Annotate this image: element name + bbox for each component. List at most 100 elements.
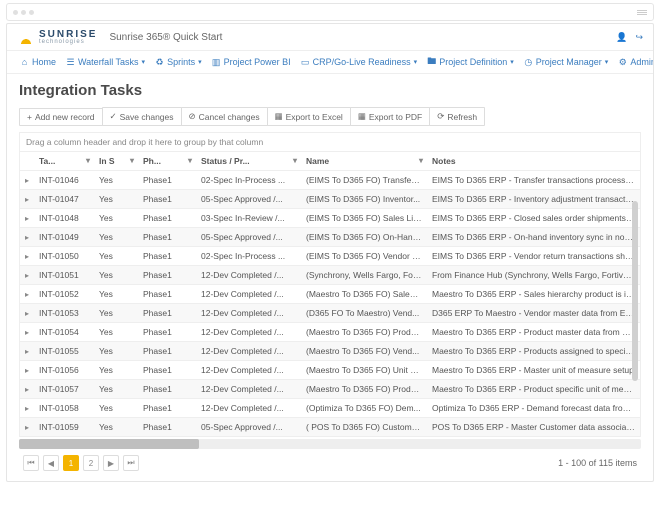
table-row[interactable]: ▸INT-01046YesPhase102-Spec In-Process ..… (20, 171, 640, 190)
table-row[interactable]: ▸INT-01049YesPhase105-Spec Approved /...… (20, 228, 640, 247)
expand-icon[interactable]: ▸ (25, 347, 34, 356)
expand-icon[interactable]: ▸ (25, 271, 34, 280)
pdf-icon: ▦ (358, 111, 366, 122)
scrollbar-thumb[interactable] (19, 439, 199, 449)
col-task[interactable]: Ta...▾ (34, 152, 94, 171)
nav-admin[interactable]: ⚙Admin▾ (615, 55, 653, 69)
table-row[interactable]: ▸INT-01050YesPhase102-Spec In-Process ..… (20, 247, 640, 266)
table-row[interactable]: ▸INT-01057YesPhase112-Dev Completed /...… (20, 380, 640, 399)
cell-task: INT-01046 (34, 171, 94, 190)
nav-home[interactable]: ⌂Home (17, 55, 59, 69)
export-excel-button[interactable]: ▦Export to Excel (267, 107, 351, 126)
expand-icon[interactable]: ▸ (25, 385, 34, 394)
table-row[interactable]: ▸INT-01059YesPhase105-Spec Approved /...… (20, 418, 640, 437)
expand-icon[interactable]: ▸ (25, 176, 34, 185)
pager-page-1[interactable]: 1 (63, 455, 79, 471)
pager-page-2[interactable]: 2 (83, 455, 99, 471)
logout-icon[interactable]: ↪ (635, 32, 643, 43)
cell-task: INT-01058 (34, 399, 94, 418)
expand-icon[interactable]: ▸ (25, 423, 34, 432)
cell-phase: Phase1 (138, 342, 196, 361)
cell-task: INT-01048 (34, 209, 94, 228)
cell-name: (Maestro To D365 FO) Produ... (301, 323, 427, 342)
nav-project-mgr[interactable]: ◷Project Manager▾ (521, 55, 612, 69)
col-ins[interactable]: In S▾ (94, 152, 138, 171)
btn-label: Export to PDF (369, 112, 422, 122)
cell-ins: Yes (94, 418, 138, 437)
brand-logo: SUNRISE technologies (17, 29, 97, 45)
cell-notes: From Finance Hub (Synchrony, Wells Fargo… (427, 266, 640, 285)
cell-phase: Phase1 (138, 361, 196, 380)
btn-label: Cancel changes (199, 112, 260, 122)
nav-label: Project Definition (439, 57, 507, 67)
expand-icon[interactable]: ▸ (25, 252, 34, 261)
filter-icon[interactable]: ▾ (86, 156, 90, 165)
cell-name: (EIMS To D365 FO) Sales Lin... (301, 209, 427, 228)
filter-icon[interactable]: ▾ (130, 156, 134, 165)
vertical-scrollbar[interactable] (632, 151, 638, 436)
expand-icon[interactable]: ▸ (25, 309, 34, 318)
topbar: SUNRISE technologies Sunrise 365® Quick … (7, 24, 653, 51)
pager-last[interactable]: ⏭ (123, 455, 139, 471)
expand-icon[interactable]: ▸ (25, 290, 34, 299)
cell-task: INT-01050 (34, 247, 94, 266)
col-phase[interactable]: Ph...▾ (138, 152, 196, 171)
cell-notes: POS To D365 ERP - Master Customer data a… (427, 418, 640, 437)
cell-name: (Synchrony, Wells Fargo, For... (301, 266, 427, 285)
col-name[interactable]: Name▾ (301, 152, 427, 171)
user-icon[interactable]: 👤 (616, 32, 627, 43)
pager-next[interactable]: ▶ (103, 455, 119, 471)
table-row[interactable]: ▸INT-01055YesPhase112-Dev Completed /...… (20, 342, 640, 361)
gear-icon: ⚙ (618, 58, 627, 67)
table-row[interactable]: ▸INT-01047YesPhase105-Spec Approved /...… (20, 190, 640, 209)
nav-label: Project Power BI (224, 57, 291, 67)
save-button[interactable]: ✓Save changes (102, 107, 182, 126)
refresh-button[interactable]: ⟳Refresh (429, 107, 485, 126)
scrollbar-thumb[interactable] (632, 201, 638, 381)
nav-crp[interactable]: ▭CRP/Go-Live Readiness▾ (298, 55, 421, 69)
nav-waterfall[interactable]: ☰Waterfall Tasks▾ (63, 55, 148, 69)
export-pdf-button[interactable]: ▦Export to PDF (350, 107, 430, 126)
excel-icon: ▦ (275, 111, 283, 122)
cell-ins: Yes (94, 380, 138, 399)
cell-name: (EIMS To D365 FO) Inventor... (301, 190, 427, 209)
pager-first[interactable]: ⏮ (23, 455, 39, 471)
pager: ⏮ ◀ 1 2 ▶ ⏭ 1 - 100 of 115 items (19, 449, 641, 477)
expand-icon[interactable]: ▸ (25, 195, 34, 204)
expand-icon[interactable]: ▸ (25, 233, 34, 242)
nav-powerbi[interactable]: ▥Project Power BI (209, 55, 294, 69)
cell-status: 12-Dev Completed /... (196, 342, 301, 361)
cell-ins: Yes (94, 228, 138, 247)
chevron-down-icon: ▾ (414, 58, 418, 66)
expand-icon[interactable]: ▸ (25, 404, 34, 413)
table-row[interactable]: ▸INT-01056YesPhase112-Dev Completed /...… (20, 361, 640, 380)
add-button[interactable]: +Add new record (19, 108, 103, 126)
cancel-button[interactable]: ⊘Cancel changes (181, 107, 268, 126)
horizontal-scrollbar[interactable] (19, 439, 641, 449)
col-notes[interactable]: Notes (427, 152, 640, 171)
expand-icon[interactable]: ▸ (25, 366, 34, 375)
nav-sprints[interactable]: ♻Sprints▾ (152, 55, 205, 69)
cell-ins: Yes (94, 171, 138, 190)
expand-icon[interactable]: ▸ (25, 328, 34, 337)
table-row[interactable]: ▸INT-01052YesPhase112-Dev Completed /...… (20, 285, 640, 304)
table-row[interactable]: ▸INT-01053YesPhase112-Dev Completed /...… (20, 304, 640, 323)
expand-icon[interactable]: ▸ (25, 214, 34, 223)
table-row[interactable]: ▸INT-01054YesPhase112-Dev Completed /...… (20, 323, 640, 342)
table-row[interactable]: ▸INT-01048YesPhase103-Spec In-Review /..… (20, 209, 640, 228)
nav-project-def[interactable]: 🖿Project Definition▾ (424, 55, 517, 69)
chevron-down-icon: ▾ (142, 58, 146, 66)
menu-icon[interactable] (637, 10, 647, 15)
pager-prev[interactable]: ◀ (43, 455, 59, 471)
cell-phase: Phase1 (138, 380, 196, 399)
table-row[interactable]: ▸INT-01051YesPhase112-Dev Completed /...… (20, 266, 640, 285)
filter-icon[interactable]: ▾ (188, 156, 192, 165)
cell-phase: Phase1 (138, 171, 196, 190)
table-row[interactable]: ▸INT-01058YesPhase112-Dev Completed /...… (20, 399, 640, 418)
window-controls[interactable] (13, 10, 34, 15)
filter-icon[interactable]: ▾ (419, 156, 423, 165)
group-hint[interactable]: Drag a column header and drop it here to… (20, 133, 640, 151)
col-status[interactable]: Status / Pr...▾ (196, 152, 301, 171)
cell-status: 05-Spec Approved /... (196, 418, 301, 437)
filter-icon[interactable]: ▾ (293, 156, 297, 165)
